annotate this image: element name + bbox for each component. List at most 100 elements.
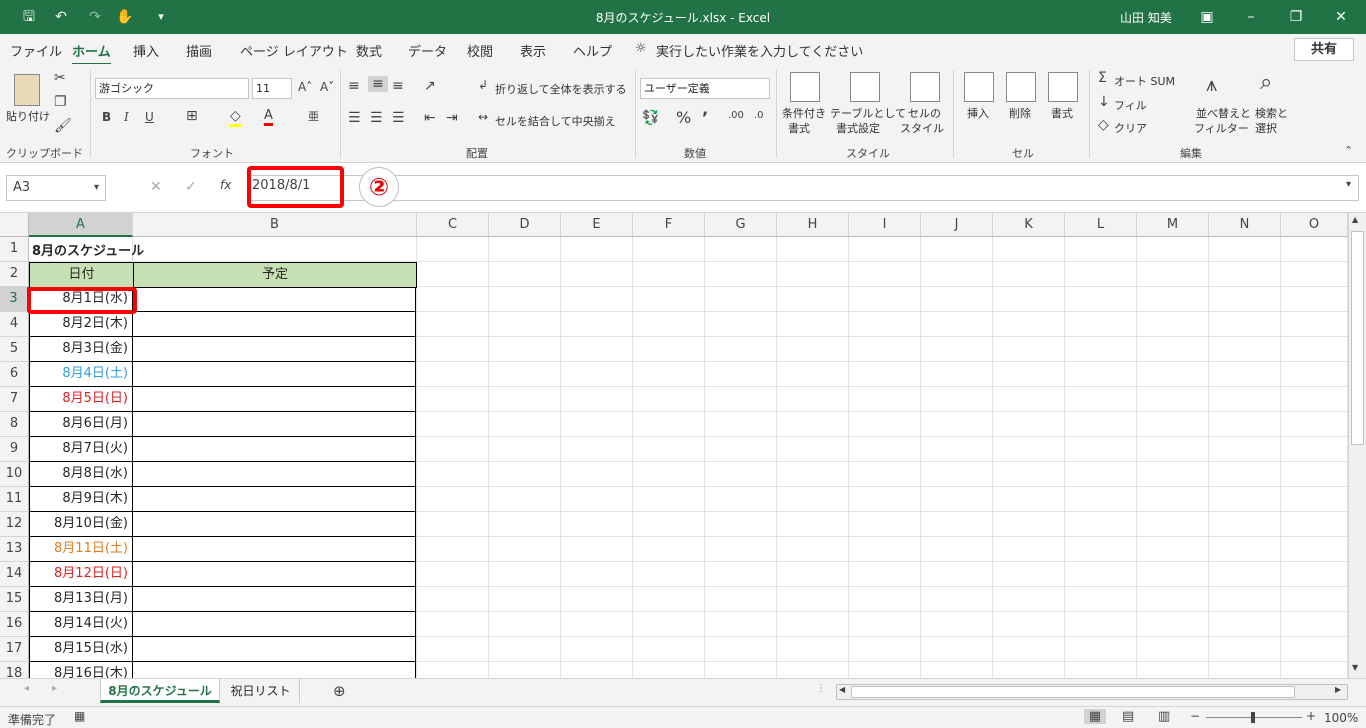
tab-insert[interactable]: 挿入 [133, 41, 159, 60]
tab-review[interactable]: 校閲 [467, 41, 493, 60]
plan-cell[interactable] [133, 387, 416, 412]
format-cells-icon[interactable] [1048, 72, 1078, 102]
row-header[interactable]: 9 [0, 437, 29, 462]
increase-indent-icon[interactable]: ⇥ [446, 110, 458, 126]
prev-sheet-icon[interactable]: ◂ [24, 683, 29, 694]
column-header[interactable]: K [993, 213, 1065, 237]
zoom-in-icon[interactable]: + [1306, 709, 1316, 723]
plan-cell[interactable] [133, 337, 416, 362]
format-cells-button[interactable]: 書式 [1051, 105, 1073, 121]
find-select-label-1[interactable]: 検索と [1255, 105, 1288, 121]
plan-cell[interactable] [133, 287, 416, 312]
format-as-table-icon[interactable] [850, 72, 880, 102]
cell-styles-label-1[interactable]: セルの [908, 105, 941, 121]
page-break-view-icon[interactable]: ▥ [1158, 709, 1170, 724]
date-cell[interactable]: 8月7日(火) [29, 437, 133, 462]
date-cell[interactable]: 8月4日(土) [29, 362, 133, 387]
column-header[interactable]: A [29, 213, 133, 237]
underline-button[interactable]: U [145, 110, 154, 124]
date-cell[interactable]: 8月15日(水) [29, 637, 133, 662]
conditional-format-icon[interactable] [790, 72, 820, 102]
tab-page-layout[interactable]: ページ レイアウト [240, 41, 348, 60]
page-layout-view-icon[interactable]: ▤ [1122, 709, 1134, 724]
shrink-font-icon[interactable]: A˅ [320, 80, 334, 94]
grow-font-icon[interactable]: A˄ [298, 80, 312, 94]
date-cell[interactable]: 8月6日(月) [29, 412, 133, 437]
fill-icon[interactable]: ↓ [1098, 94, 1110, 110]
user-name[interactable]: 山田 知美 [1120, 9, 1172, 26]
eraser-icon[interactable]: ◇ [1098, 117, 1109, 133]
row-header[interactable]: 7 [0, 387, 29, 412]
column-header[interactable]: M [1137, 213, 1209, 237]
bold-button[interactable]: B [102, 110, 111, 124]
row-header[interactable]: 15 [0, 587, 29, 612]
tab-help[interactable]: ヘルプ [573, 41, 612, 60]
align-right-icon[interactable]: ☰ [392, 110, 405, 126]
plan-cell[interactable] [133, 437, 416, 462]
font-size-select[interactable]: 11 [252, 78, 292, 99]
vertical-scroll-thumb[interactable] [1351, 231, 1364, 445]
tab-view[interactable]: 表示 [520, 41, 546, 60]
column-header[interactable]: O [1281, 213, 1348, 237]
row-header[interactable]: 3 [0, 287, 29, 312]
row-header[interactable]: 2 [0, 262, 29, 287]
plan-header-cell[interactable]: 予定 [133, 262, 417, 288]
macro-record-icon[interactable]: ▦ [74, 709, 85, 723]
collapse-ribbon-icon[interactable]: ⌃ [1344, 144, 1353, 157]
sheet-tab-schedule[interactable]: 8月のスケジュール [100, 679, 220, 703]
date-cell[interactable]: 8月2日(木) [29, 312, 133, 337]
date-cell[interactable]: 8月3日(金) [29, 337, 133, 362]
sort-filter-label-2[interactable]: フィルター [1194, 120, 1249, 136]
zoom-out-icon[interactable]: − [1190, 709, 1200, 723]
row-header[interactable]: 1 [0, 237, 29, 262]
increase-decimal-icon[interactable]: .00 [728, 110, 744, 121]
find-select-icon[interactable]: ⌕ [1260, 70, 1272, 95]
plan-cell[interactable] [133, 362, 416, 387]
enter-icon[interactable]: ✓ [185, 179, 197, 195]
date-cell[interactable]: 8月11日(土) [29, 537, 133, 562]
plan-cell[interactable] [133, 662, 416, 678]
scroll-down-icon[interactable]: ▼ [1352, 663, 1358, 672]
plan-cell[interactable] [133, 412, 416, 437]
sort-filter-label-1[interactable]: 並べ替えと [1196, 105, 1251, 121]
phonetic-icon[interactable]: 亜 [308, 108, 319, 124]
format-painter-icon[interactable]: 🖌 [54, 118, 72, 134]
next-sheet-icon[interactable]: ▸ [52, 683, 57, 694]
plan-cell[interactable] [133, 312, 416, 337]
share-button[interactable]: 共有 [1294, 38, 1354, 61]
row-header[interactable]: 17 [0, 637, 29, 662]
date-cell[interactable]: 8月14日(火) [29, 612, 133, 637]
column-header[interactable]: F [633, 213, 705, 237]
date-header-cell[interactable]: 日付 [29, 262, 134, 288]
wrap-text-button[interactable]: 折り返して全体を表示する [495, 81, 627, 97]
tab-formulas[interactable]: 数式 [356, 41, 382, 60]
delete-cells-icon[interactable] [1006, 72, 1036, 102]
border-icon[interactable]: ⊞ [186, 108, 198, 124]
number-format-select[interactable]: ユーザー定義 [640, 78, 770, 99]
align-bottom-icon[interactable]: ≡ [392, 78, 404, 94]
insert-cells-icon[interactable] [964, 72, 994, 102]
row-header[interactable]: 16 [0, 612, 29, 637]
find-select-label-2[interactable]: 選択 [1255, 120, 1277, 136]
restore-icon[interactable]: ❐ [1285, 6, 1307, 28]
plan-cell[interactable] [133, 612, 416, 637]
insert-function-icon[interactable]: fx [220, 178, 231, 192]
plan-cell[interactable] [133, 637, 416, 662]
column-header[interactable]: H [777, 213, 849, 237]
fill-button[interactable]: フィル [1114, 97, 1147, 113]
vertical-scrollbar[interactable]: ▲ ▼ [1348, 213, 1366, 678]
orientation-icon[interactable]: ↗ [424, 78, 436, 94]
insert-cells-button[interactable]: 挿入 [967, 105, 989, 121]
date-cell[interactable]: 8月12日(日) [29, 562, 133, 587]
tab-file[interactable]: ファイル [10, 41, 62, 60]
normal-view-icon[interactable]: ▦ [1084, 709, 1106, 724]
scroll-left-icon[interactable]: ◀ [839, 685, 845, 694]
format-as-table-label-1[interactable]: テーブルとして [830, 105, 906, 121]
autosum-icon[interactable]: Σ [1098, 70, 1107, 86]
align-top-icon[interactable]: ≡ [348, 78, 360, 94]
horizontal-scrollbar[interactable]: ◀ ▶ [836, 684, 1348, 700]
conditional-format-label-1[interactable]: 条件付き [782, 105, 826, 121]
row-header[interactable]: 11 [0, 487, 29, 512]
column-header[interactable]: B [133, 213, 417, 237]
cell-styles-icon[interactable] [910, 72, 940, 102]
